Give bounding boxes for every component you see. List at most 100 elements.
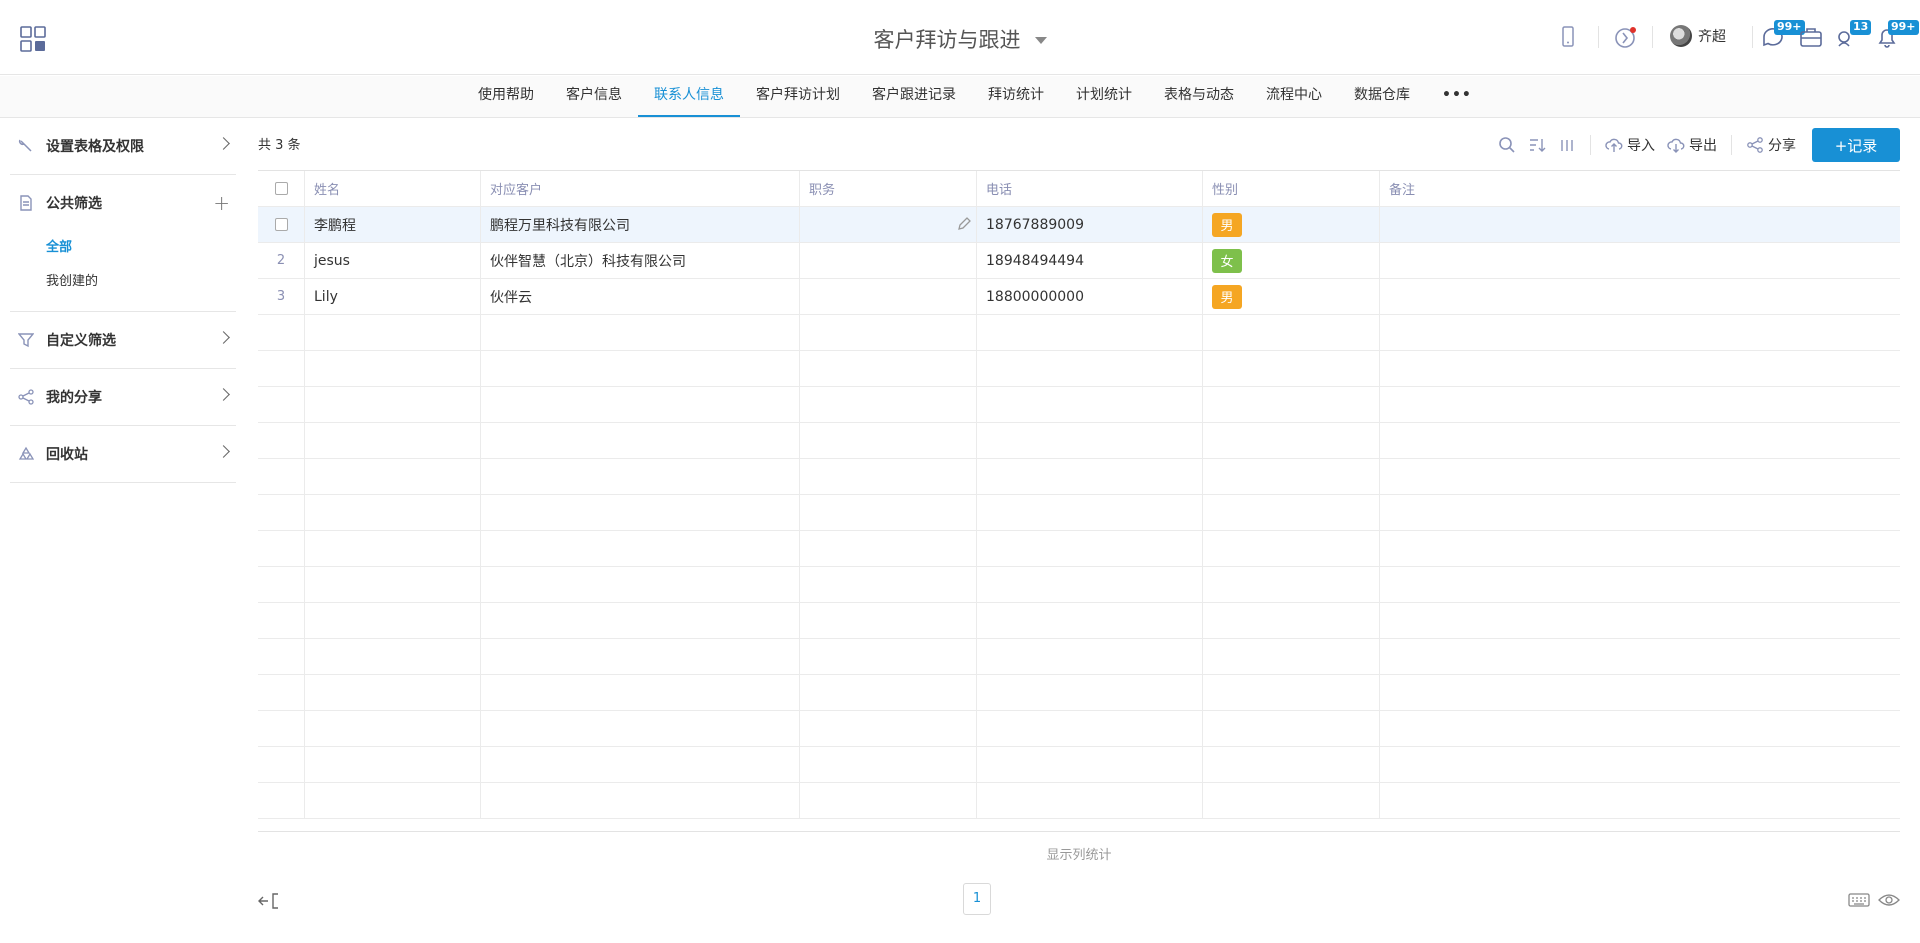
empty-cell [1203, 315, 1380, 350]
cell-title[interactable] [800, 279, 977, 314]
activity-icon[interactable] [1612, 24, 1638, 50]
tab-data-warehouse[interactable]: 数据仓库 [1338, 76, 1426, 118]
add-record-button[interactable]: +记录 [1812, 128, 1900, 162]
empty-cell [258, 387, 305, 422]
empty-row [258, 783, 1900, 819]
filter-all[interactable]: 全部 [46, 231, 236, 265]
cell-note[interactable] [1380, 207, 1900, 242]
tab-visit-plan[interactable]: 客户拜访计划 [740, 76, 856, 118]
table-row[interactable]: 3 Lily 伙伴云 18800000000 男 [258, 279, 1900, 315]
table-row[interactable]: 李鹏程 鹏程万里科技有限公司 18767889009 男 [258, 207, 1900, 243]
sort-icon [1530, 139, 1546, 152]
empty-cell [305, 531, 481, 566]
cell-phone[interactable]: 18767889009 [977, 207, 1203, 242]
page-button[interactable]: 1 [963, 883, 991, 915]
export-button[interactable]: 导出 [1661, 128, 1723, 162]
sort-button[interactable] [1522, 128, 1552, 162]
tab-visit-stats[interactable]: 拜访统计 [972, 76, 1060, 118]
empty-cell [1203, 567, 1380, 602]
cell-name[interactable]: Lily [305, 279, 481, 314]
empty-cell [1203, 603, 1380, 638]
more-tabs-button[interactable]: ••• [1426, 76, 1471, 118]
select-all-checkbox[interactable] [274, 182, 288, 195]
chevron-right-icon [217, 137, 230, 150]
apps-grid-icon[interactable] [20, 26, 46, 52]
cell-note[interactable] [1380, 243, 1900, 278]
empty-cell [1380, 531, 1900, 566]
empty-cell [481, 495, 800, 530]
sidebar-item-settings[interactable]: 设置表格及权限 [10, 118, 236, 174]
empty-row [258, 747, 1900, 783]
briefcase-icon[interactable] [1798, 24, 1824, 50]
empty-row [258, 387, 1900, 423]
cell-title[interactable] [800, 207, 977, 242]
cell-gender[interactable]: 男 [1203, 207, 1380, 242]
column-header-phone[interactable]: 电话 [977, 171, 1203, 206]
cell-phone[interactable]: 18800000000 [977, 279, 1203, 314]
collapse-sidebar-icon[interactable] [258, 892, 280, 910]
search-button[interactable] [1492, 128, 1522, 162]
tab-followup-records[interactable]: 客户跟进记录 [856, 76, 972, 118]
mobile-icon[interactable] [1555, 24, 1581, 50]
empty-cell [800, 639, 977, 674]
empty-cell [305, 387, 481, 422]
tab-tables-activity[interactable]: 表格与动态 [1148, 76, 1250, 118]
share-button[interactable]: 分享 [1740, 128, 1802, 162]
column-header-gender[interactable]: 性别 [1203, 171, 1380, 206]
empty-cell [977, 675, 1203, 710]
empty-cell [800, 675, 977, 710]
add-filter-icon[interactable]: + [213, 193, 230, 213]
sidebar-item-my-share[interactable]: 我的分享 [10, 369, 236, 425]
empty-cell [481, 459, 800, 494]
empty-cell [800, 783, 977, 818]
app-title-dropdown[interactable]: 客户拜访与跟进 [874, 24, 1047, 54]
tab-plan-stats[interactable]: 计划统计 [1060, 76, 1148, 118]
tab-contact-info[interactable]: 联系人信息 [638, 76, 740, 118]
empty-cell [481, 603, 800, 638]
empty-cell [1203, 747, 1380, 782]
tab-customer-info[interactable]: 客户信息 [550, 76, 638, 118]
row-index: 3 [258, 279, 305, 314]
table-row[interactable]: 2 jesus 伙伴智慧（北京）科技有限公司 18948494494 女 [258, 243, 1900, 279]
empty-cell [800, 747, 977, 782]
eye-icon[interactable] [1878, 892, 1900, 908]
filter-created-by-me[interactable]: 我创建的 [46, 265, 236, 299]
tab-help[interactable]: 使用帮助 [462, 76, 550, 118]
edit-icon[interactable] [956, 216, 972, 232]
cell-name[interactable]: 李鹏程 [305, 207, 481, 242]
cell-title[interactable] [800, 243, 977, 278]
cell-gender[interactable]: 男 [1203, 279, 1380, 314]
empty-cell [481, 639, 800, 674]
empty-cell [977, 531, 1203, 566]
sidebar-item-recycle-bin[interactable]: 回收站 [10, 426, 236, 482]
column-stats-toggle[interactable]: 显示列统计 [258, 844, 1900, 863]
column-header-customer[interactable]: 对应客户 [481, 171, 800, 206]
user-name: 齐超 [1698, 29, 1726, 45]
sidebar-item-custom-filter[interactable]: 自定义筛选 [10, 312, 236, 368]
cell-customer[interactable]: 鹏程万里科技有限公司 [481, 207, 800, 242]
keyboard-icon[interactable] [1848, 892, 1870, 908]
empty-cell [305, 675, 481, 710]
column-header-title[interactable]: 职务 [800, 171, 977, 206]
tasks-button[interactable]: 13 [1836, 20, 1872, 50]
row-checkbox[interactable] [274, 218, 288, 231]
gender-tag: 男 [1212, 284, 1242, 309]
notifications-button[interactable]: 99+ [1874, 20, 1919, 50]
user-menu[interactable]: 齐超 [1670, 25, 1726, 47]
divider [1590, 135, 1591, 155]
divider [1752, 26, 1753, 48]
cell-phone[interactable]: 18948494494 [977, 243, 1203, 278]
tab-workflow-center[interactable]: 流程中心 [1250, 76, 1338, 118]
messages-button[interactable]: 99+ [1760, 20, 1805, 50]
empty-cell [800, 567, 977, 602]
cell-note[interactable] [1380, 279, 1900, 314]
cell-customer[interactable]: 伙伴云 [481, 279, 800, 314]
columns-button[interactable] [1552, 128, 1582, 162]
cell-customer[interactable]: 伙伴智慧（北京）科技有限公司 [481, 243, 800, 278]
cell-name[interactable]: jesus [305, 243, 481, 278]
column-header-note[interactable]: 备注 [1380, 171, 1900, 206]
column-header-name[interactable]: 姓名 [305, 171, 481, 206]
cell-gender[interactable]: 女 [1203, 243, 1380, 278]
import-button[interactable]: 导入 [1599, 128, 1661, 162]
empty-cell [258, 603, 305, 638]
